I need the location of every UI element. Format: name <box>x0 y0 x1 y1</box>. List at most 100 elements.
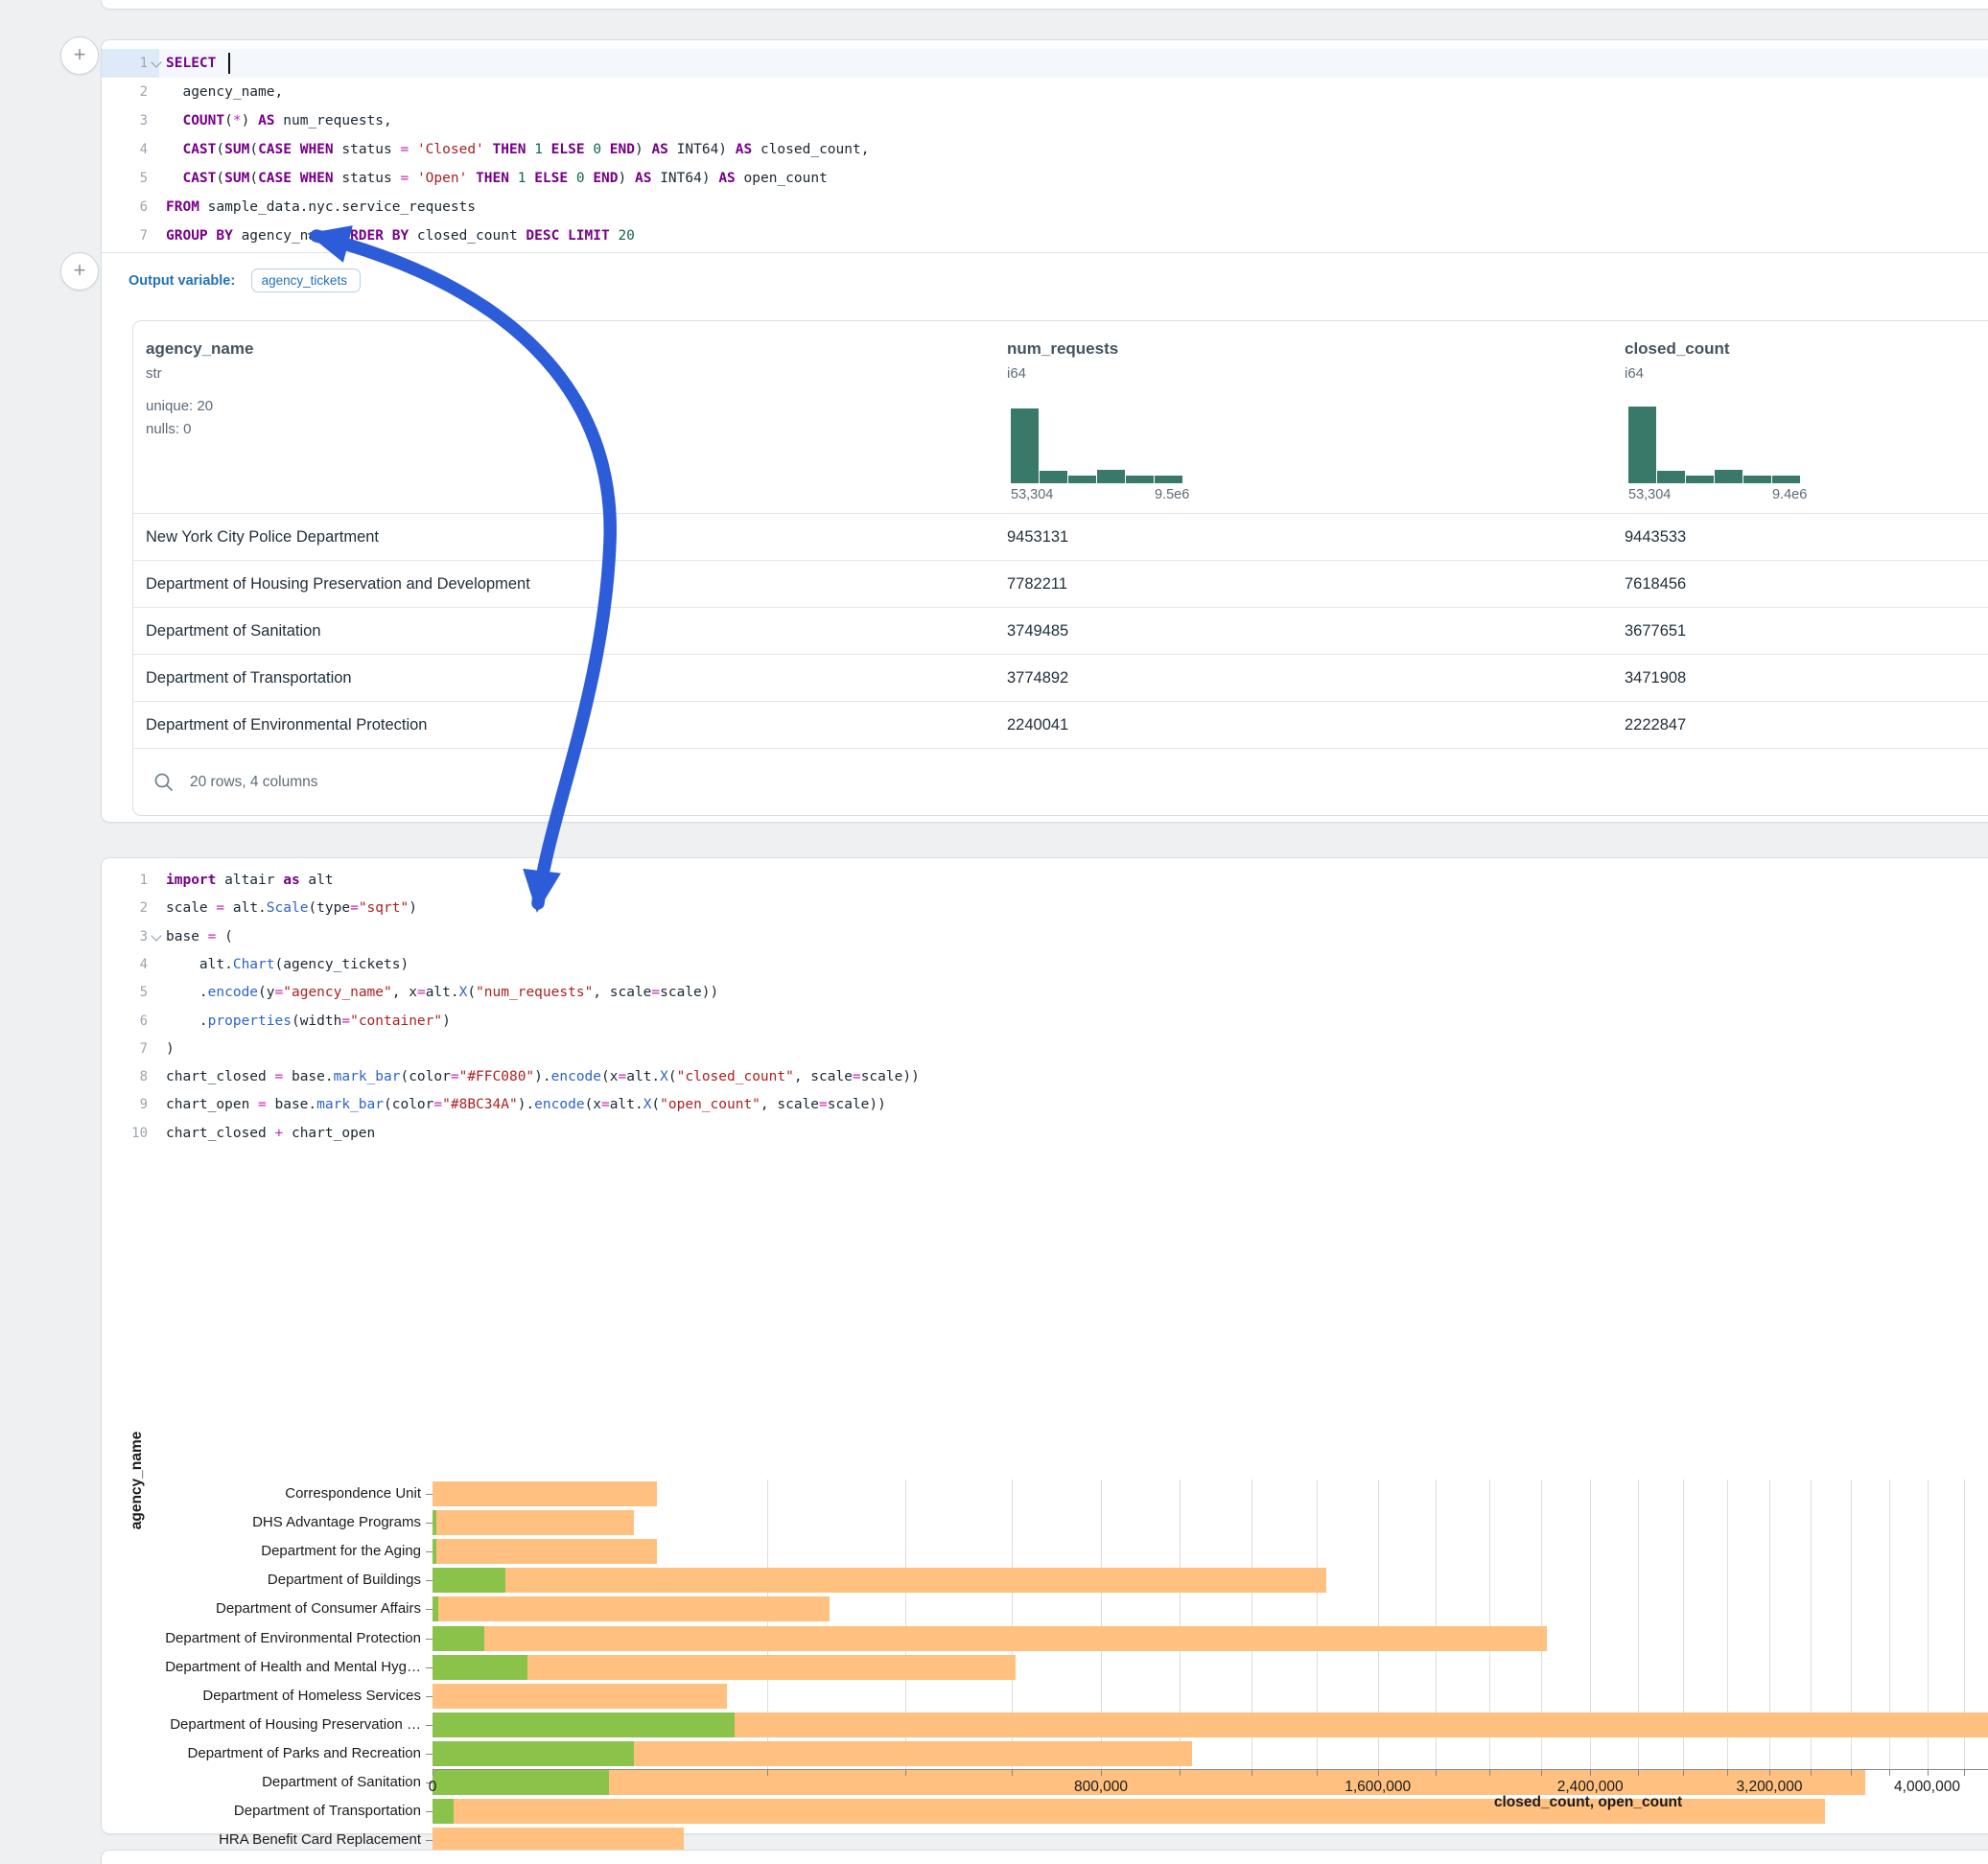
code-line: 1 import altair as alt <box>102 867 1988 895</box>
histogram-min-label: 53,304 <box>1011 487 1053 502</box>
sql-code-editor[interactable]: 1SELECT2 agency_name,3 COUNT(*) AS num_r… <box>102 40 1988 252</box>
histogram-bar <box>1155 476 1182 483</box>
line-number: 2 <box>102 78 148 106</box>
bar-open-count <box>433 1596 438 1621</box>
x-tick <box>1436 1769 1437 1776</box>
code-line: 5 CAST(SUM(CASE WHEN status = 'Open' THE… <box>102 164 1988 193</box>
add-cell-button-2[interactable]: + <box>60 252 99 291</box>
column-name: agency_name <box>146 339 253 359</box>
y-tick <box>426 1523 433 1524</box>
table-cell: 3774892 <box>1007 655 1068 702</box>
y-axis-label: Department of Parks and Recreation <box>102 1745 421 1761</box>
table-cell: New York City Police Department <box>146 514 379 561</box>
x-tick <box>1889 1769 1890 1776</box>
y-tick <box>426 1667 433 1668</box>
output-variable-label: Output variable: <box>129 273 235 289</box>
table-cell: 3471908 <box>1625 655 1686 702</box>
code-text: GROUP BY agency_name ORDER BY closed_cou… <box>166 221 635 250</box>
x-tick <box>1101 1769 1102 1776</box>
fold-chevron-icon[interactable] <box>151 931 161 942</box>
line-number: 1 <box>102 867 148 895</box>
bar-closed-count <box>433 1684 727 1709</box>
column-stat: unique: 20 <box>146 395 253 418</box>
y-tick <box>426 1551 433 1552</box>
histogram-bar <box>1715 470 1742 483</box>
dataframe-table: agency_namestrunique: 20nulls: 0num_requ… <box>132 320 1988 816</box>
x-tick <box>1811 1769 1812 1776</box>
code-text: scale = alt.Scale(type="sqrt") <box>166 895 417 922</box>
histogram-bar <box>1126 476 1154 483</box>
code-line: 2 agency_name, <box>102 78 1988 106</box>
line-number: 9 <box>102 1091 148 1119</box>
table-row: Department of Environmental Protection22… <box>133 701 1988 749</box>
code-line: 3base = ( <box>102 923 1988 951</box>
code-line: 6FROM sample_data.nyc.service_requests <box>102 193 1988 221</box>
y-tick <box>426 1639 433 1640</box>
x-axis-domain-line <box>433 1769 1988 1770</box>
table-footer: 20 rows, 4 columns <box>133 748 1988 816</box>
line-number: 4 <box>102 951 148 979</box>
editor-output-divider <box>102 252 1988 253</box>
column-header: num_requestsi64 <box>1007 339 1118 382</box>
y-tick <box>426 1811 433 1812</box>
table-cell: 2240041 <box>1007 702 1068 749</box>
x-tick <box>1489 1769 1490 1776</box>
column-type: i64 <box>1007 365 1118 382</box>
x-axis-tick-label: 1,600,000 <box>1345 1779 1411 1796</box>
notebook-page: + + 1SELECT2 agency_name,3 COUNT(*) AS n… <box>0 0 1988 1864</box>
column-name: closed_count <box>1625 339 1730 359</box>
line-number: 7 <box>102 1036 148 1063</box>
code-line: 5 .encode(y="agency_name", x=alt.X("num_… <box>102 979 1988 1007</box>
bar-open-count <box>433 1770 609 1795</box>
x-axis-tick-label: 3,200,000 <box>1737 1779 1803 1796</box>
histogram-bar <box>1743 476 1771 483</box>
y-axis-label: Department of Transportation <box>102 1803 421 1819</box>
code-text: import altair as alt <box>166 867 334 895</box>
column-histogram <box>1628 405 1803 483</box>
y-axis-label: Department for the Aging <box>102 1543 421 1559</box>
y-tick <box>426 1840 433 1841</box>
code-line: 4 alt.Chart(agency_tickets) <box>102 951 1988 979</box>
code-text: ) <box>166 1036 175 1063</box>
x-tick <box>1378 1769 1379 1776</box>
bar-closed-count <box>433 1481 657 1506</box>
output-variable-row: Output variable: agency_tickets <box>129 262 361 300</box>
bar-open-count <box>433 1626 484 1651</box>
x-tick <box>905 1769 906 1776</box>
y-axis-label: Department of Homeless Services <box>102 1688 421 1704</box>
x-tick <box>1638 1769 1639 1776</box>
bar-closed-count <box>433 1596 830 1621</box>
code-text: .properties(width="container") <box>166 1008 451 1036</box>
python-code-editor[interactable]: 1import altair as alt2scale = alt.Scale(… <box>102 858 1988 1146</box>
x-tick <box>1727 1769 1728 1776</box>
y-axis-label: DHS Advantage Programs <box>102 1514 421 1530</box>
y-axis-label: HRA Benefit Card Replacement <box>102 1831 421 1848</box>
add-cell-button[interactable]: + <box>60 36 99 75</box>
fold-chevron-icon[interactable] <box>151 57 161 67</box>
histogram-max-label: 9.5e6 <box>1155 487 1189 502</box>
column-histogram <box>1011 405 1185 483</box>
code-line: 1SELECT <box>102 49 1988 78</box>
x-axis-tick-label: 0 <box>429 1779 437 1796</box>
bar-closed-count <box>433 1626 1547 1651</box>
search-icon[interactable] <box>153 772 175 793</box>
y-axis-label: Department of Health and Mental Hyg… <box>102 1659 421 1675</box>
y-tick <box>426 1696 433 1697</box>
altair-chart: Correspondence UnitDHS Advantage Program… <box>102 1146 1988 1833</box>
table-cell: 9443533 <box>1625 514 1686 561</box>
line-number: 6 <box>102 1008 148 1036</box>
y-tick <box>426 1494 433 1495</box>
table-cell: 9453131 <box>1007 514 1068 561</box>
line-number: 3 <box>102 923 148 951</box>
code-text: .encode(y="agency_name", x=alt.X("num_re… <box>166 979 718 1007</box>
next-cell-fragment <box>101 1850 1988 1864</box>
row-count-label: 20 rows, 4 columns <box>190 749 318 816</box>
y-axis-label: Department of Buildings <box>102 1572 421 1588</box>
x-axis-tick-label: 4,000,000 <box>1894 1779 1960 1796</box>
code-line: 9chart_open = base.mark_bar(color="#8BC3… <box>102 1091 1988 1119</box>
code-text: CAST(SUM(CASE WHEN status = 'Open' THEN … <box>166 164 828 193</box>
code-line: 7GROUP BY agency_name ORDER BY closed_co… <box>102 221 1988 250</box>
x-tick <box>1317 1769 1318 1776</box>
x-tick <box>767 1769 768 1776</box>
y-tick <box>426 1580 433 1581</box>
